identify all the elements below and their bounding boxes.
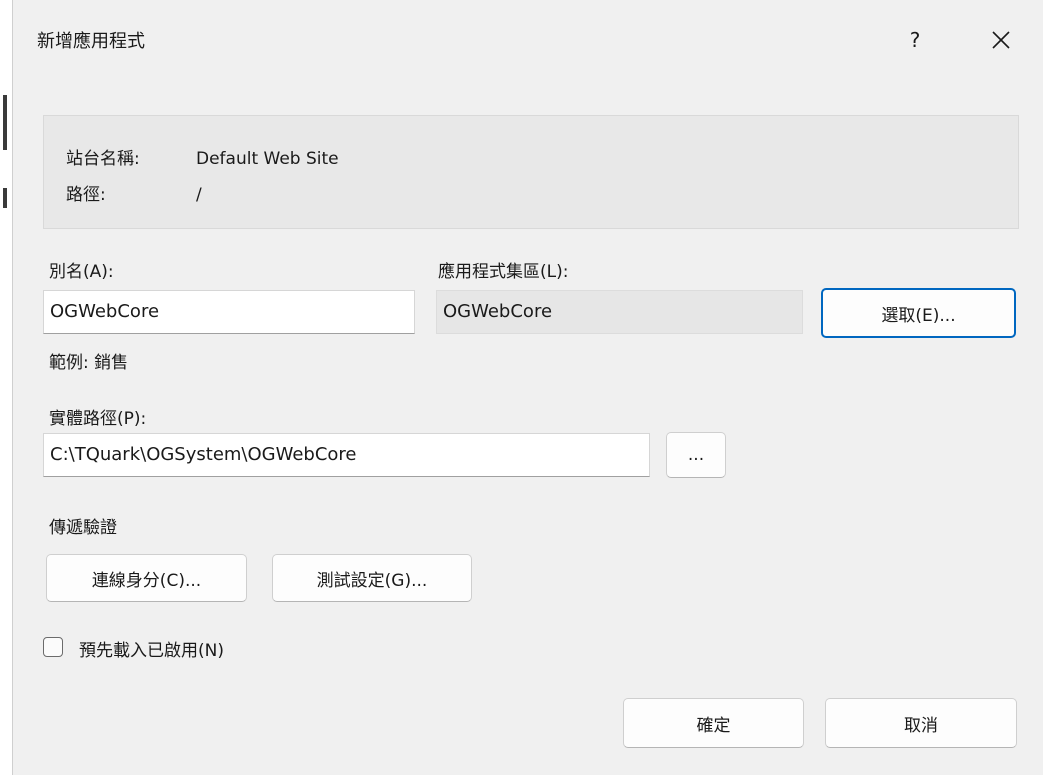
path-row: 路徑: / [66, 180, 202, 205]
select-app-pool-button[interactable]: 選取(E)... [821, 288, 1016, 338]
app-pool-label: 應用程式集區(L): [438, 262, 569, 282]
site-name-label: 站台名稱: [66, 149, 140, 169]
title-bar: 新增應用程式 ? [13, 0, 1043, 80]
path-value: / [196, 185, 202, 205]
connect-as-button[interactable]: 連線身分(C)... [46, 554, 247, 602]
site-name-row: 站台名稱: Default Web Site [66, 144, 339, 169]
alias-label: 別名(A): [49, 262, 114, 282]
help-button[interactable]: ? [893, 22, 937, 58]
path-label: 路徑: [66, 185, 106, 205]
background-window-edge [0, 0, 12, 775]
site-info-panel: 站台名稱: Default Web Site 路徑: / [43, 115, 1019, 229]
app-pool-field: OGWebCore [436, 290, 803, 334]
physical-path-label: 實體路徑(P): [49, 409, 147, 429]
help-icon: ? [909, 28, 921, 52]
background-mark [3, 95, 7, 150]
add-application-dialog: 新增應用程式 ? 站台名稱: Default Web Site 路徑: / 別名(A… [12, 0, 1043, 775]
background-mark [3, 188, 7, 208]
physical-path-input[interactable]: C:\TQuark\OGSystem\OGWebCore [43, 433, 650, 477]
alias-example-text: 範例: 銷售 [49, 353, 129, 373]
dialog-title: 新增應用程式 [37, 31, 145, 52]
pass-through-auth-label: 傳遞驗證 [49, 518, 117, 538]
site-name-value: Default Web Site [196, 149, 339, 169]
cancel-button[interactable]: 取消 [825, 698, 1017, 748]
close-button[interactable] [979, 20, 1023, 60]
browse-path-button[interactable]: ... [666, 432, 726, 478]
test-settings-button[interactable]: 測試設定(G)... [272, 554, 472, 602]
alias-input[interactable]: OGWebCore [43, 290, 415, 334]
ok-button[interactable]: 確定 [623, 698, 804, 748]
preload-enabled-label: 預先載入已啟用(N) [79, 641, 224, 661]
close-icon [992, 31, 1010, 49]
preload-enabled-checkbox[interactable] [43, 637, 63, 657]
